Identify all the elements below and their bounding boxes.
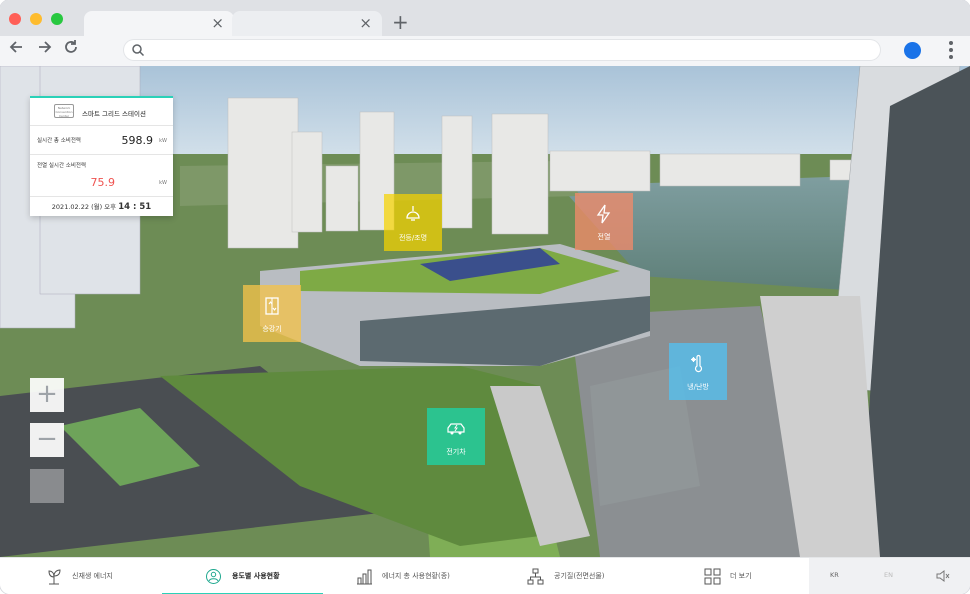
- lighting-power-label: 전열 실시간 소비전력: [37, 163, 87, 169]
- speaker-icon[interactable]: [936, 570, 950, 582]
- tab-close-icon[interactable]: ×: [211, 14, 224, 32]
- browser-tab-1[interactable]: ×: [84, 11, 234, 36]
- chart-circle-icon: [206, 569, 221, 584]
- bottom-nav: 신재생 에너지 용도별 사용현황 에너지 총 사용현황(종) 공기질(전면선물)…: [0, 557, 970, 594]
- thermometer-snow-icon: [691, 354, 703, 373]
- maximize-window-button[interactable]: [51, 13, 63, 25]
- realtime-total-row: 실시간 총 소비전력 598.9 kW: [30, 125, 173, 153]
- zoom-reset-button[interactable]: [30, 469, 64, 503]
- nav-label: 에너지 총 사용현황(종): [382, 572, 450, 580]
- title-bar: × × +: [0, 0, 970, 36]
- realtime-total-unit: kW: [159, 138, 167, 144]
- new-tab-button[interactable]: +: [392, 11, 409, 33]
- lighting-power-unit: kW: [159, 180, 167, 186]
- timestamp-date: 2021.02.22 (월) 오후: [51, 203, 117, 211]
- realtime-total-label: 실시간 총 소비전력: [37, 138, 81, 144]
- nav-total-energy[interactable]: 에너지 총 사용현황(종): [323, 558, 485, 594]
- browser-window: × × + Network Convention Center 스마트 그리드 …: [0, 0, 970, 594]
- nav-label: 공기질(전면선물): [554, 572, 605, 580]
- nav-label: 용도별 사용현황: [232, 572, 280, 580]
- browser-tab-2[interactable]: ×: [232, 11, 382, 36]
- back-arrow-icon[interactable]: [8, 39, 24, 61]
- timestamp: 2021.02.22 (월) 오후 14 : 51: [30, 196, 173, 216]
- convention-center-logo: Network Convention Center: [54, 104, 74, 118]
- hotspot-label: 승강기: [262, 325, 282, 333]
- elevator-icon: [265, 297, 279, 315]
- browser-menu-icon[interactable]: [949, 41, 953, 61]
- reload-icon[interactable]: [63, 39, 79, 61]
- lang-en-button[interactable]: EN: [884, 571, 893, 579]
- lighting-power-value: 75.9: [90, 176, 116, 189]
- timestamp-time: 14 : 51: [118, 202, 152, 212]
- hotspot-elevator[interactable]: 승강기: [243, 285, 301, 342]
- nav-air-quality[interactable]: 공기질(전면선물): [485, 558, 647, 594]
- nav-label: 더 보기: [730, 572, 752, 580]
- hotspot-hvac[interactable]: 냉/난방: [669, 343, 727, 400]
- lang-kr-button[interactable]: KR: [830, 571, 839, 579]
- minimize-window-button[interactable]: [30, 13, 42, 25]
- hotspot-label: 전등/조명: [398, 234, 428, 242]
- nav-label: 신재생 에너지: [72, 572, 113, 580]
- grid-icon: [704, 568, 721, 585]
- hotspot-label: 전기차: [446, 448, 466, 456]
- electric-car-icon: [447, 423, 465, 435]
- zoom-out-button[interactable]: −: [30, 423, 64, 457]
- forward-arrow-icon[interactable]: [37, 39, 53, 61]
- nav-renewable[interactable]: 신재생 에너지: [0, 558, 162, 594]
- browser-toolbar: [0, 36, 970, 66]
- lighting-power-row: 전열 실시간 소비전력 75.9 kW: [30, 154, 173, 194]
- logo-line: Center: [58, 114, 70, 118]
- network-icon: [527, 568, 544, 585]
- profile-avatar[interactable]: [904, 42, 921, 59]
- hotspot-ev[interactable]: 전기차: [427, 408, 485, 465]
- address-bar[interactable]: [124, 40, 880, 60]
- zoom-in-button[interactable]: +: [30, 378, 64, 412]
- lightning-icon: [596, 204, 611, 224]
- ceiling-lamp-icon: [406, 206, 420, 221]
- nav-usage-by-purpose[interactable]: 용도별 사용현황: [162, 558, 323, 594]
- power-info-card: Network Convention Center 스마트 그리드 스테이션 실…: [30, 96, 173, 216]
- tab-close-icon[interactable]: ×: [359, 14, 372, 32]
- language-panel: KR EN: [809, 558, 970, 594]
- search-icon: [132, 44, 145, 57]
- station-name: 스마트 그리드 스테이션: [82, 110, 146, 118]
- nav-more[interactable]: 더 보기: [647, 558, 809, 594]
- hotspot-label: 전열: [597, 233, 611, 241]
- hotspot-lighting[interactable]: 전등/조명: [384, 194, 442, 251]
- bar-chart-icon: [357, 569, 372, 585]
- hotspot-outlet[interactable]: 전열: [575, 193, 633, 250]
- realtime-total-value: 598.9: [121, 134, 154, 147]
- hotspot-label: 냉/난방: [687, 383, 709, 391]
- plant-icon: [48, 569, 61, 585]
- close-window-button[interactable]: [9, 13, 21, 25]
